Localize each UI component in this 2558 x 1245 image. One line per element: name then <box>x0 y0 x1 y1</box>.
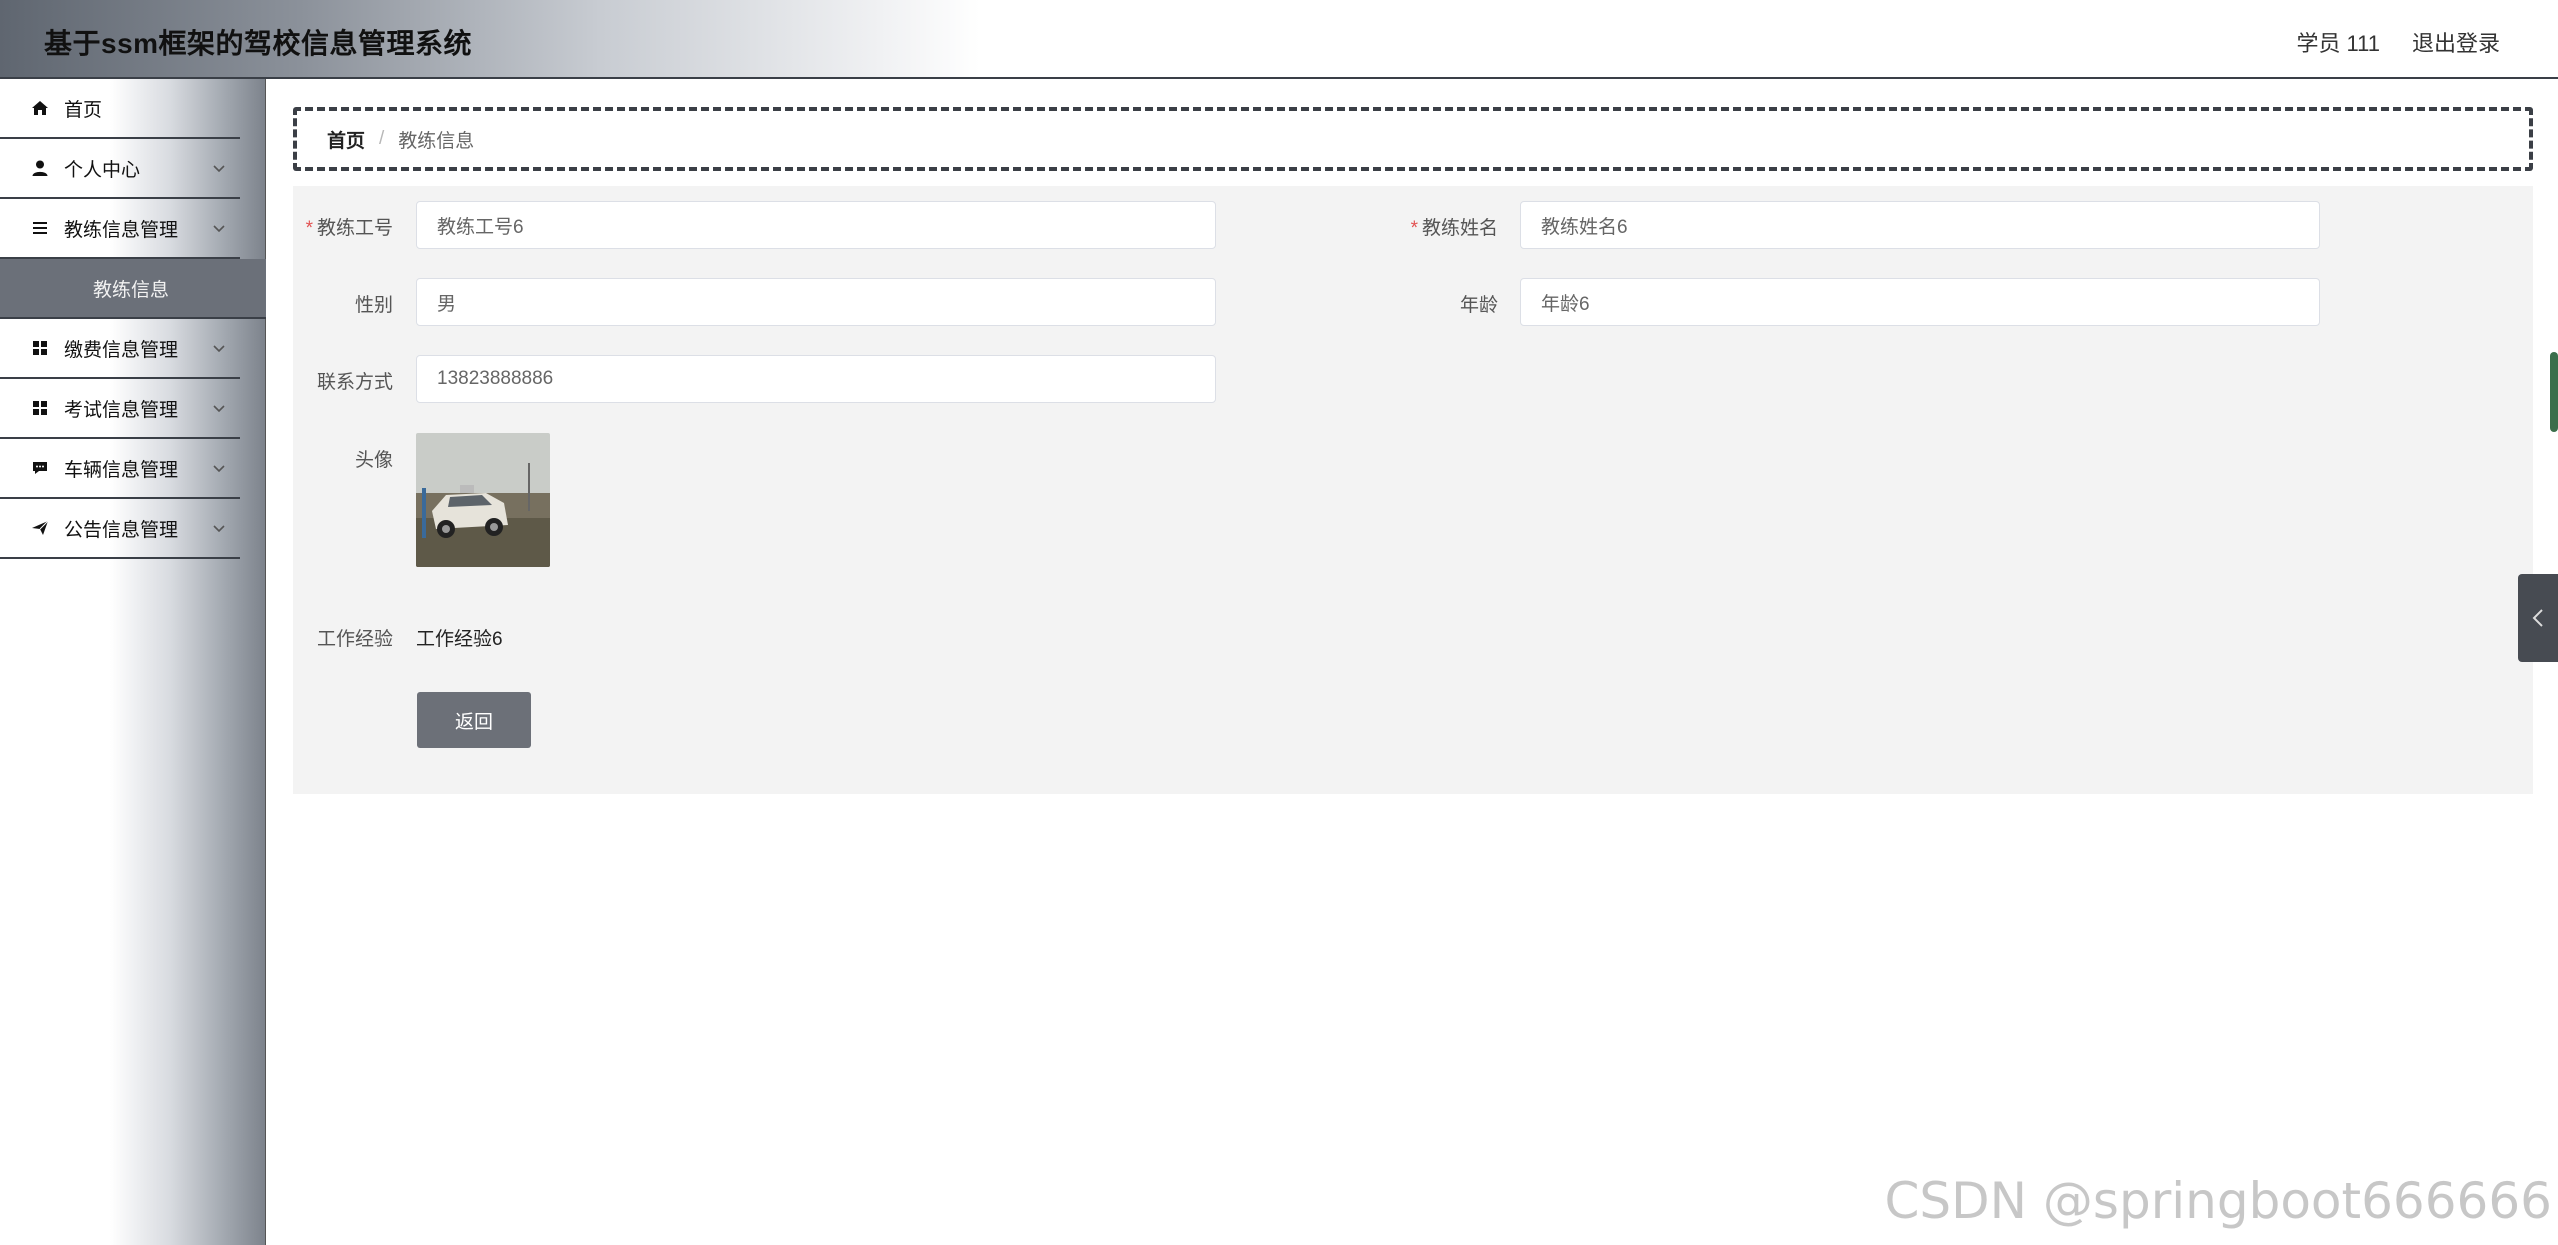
chevron-down-icon <box>213 405 225 413</box>
side-panel-toggle[interactable] <box>2518 574 2558 662</box>
car-photo <box>416 433 550 567</box>
sidebar-item-label: 缴费信息管理 <box>64 339 179 361</box>
avatar-image[interactable] <box>416 433 550 567</box>
sidebar-subitem-coach-info[interactable]: 教练信息 <box>0 259 266 319</box>
coach-no-label: * 教练工号 <box>305 218 393 239</box>
send-icon <box>30 518 50 538</box>
chevron-down-icon <box>213 345 225 353</box>
sidebar-item-label: 首页 <box>64 99 103 121</box>
coach-name-input[interactable]: 教练姓名6 <box>1520 201 2320 249</box>
top-header: 基于ssm框架的驾校信息管理系统 学员 111 退出登录 <box>0 0 2558 79</box>
gender-label: 性别 <box>354 295 393 316</box>
chevron-down-icon <box>213 465 225 473</box>
sidebar-item-vehicle-management[interactable]: 车辆信息管理 <box>0 439 240 499</box>
coach-detail-form: * 教练工号 教练工号6 * 教练姓名 教练姓名6 性别 男 年龄 年龄6 联系方式… <box>293 186 2533 794</box>
back-button[interactable]: 返回 <box>417 692 531 748</box>
sidebar-item-personal-center[interactable]: 个人中心 <box>0 139 240 199</box>
avatar-label: 头像 <box>354 450 393 471</box>
back-button-label: 返回 <box>454 711 493 733</box>
sidebar-item-label: 个人中心 <box>64 159 141 181</box>
list-icon <box>30 218 50 238</box>
contact-label: 联系方式 <box>316 372 393 393</box>
breadcrumb-separator: / <box>379 128 385 149</box>
breadcrumb-home[interactable]: 首页 <box>327 126 365 153</box>
chat-icon <box>30 458 50 478</box>
chevron-down-icon <box>213 525 225 533</box>
sidebar-item-label: 考试信息管理 <box>64 399 179 421</box>
sidebar-item-payment-management[interactable]: 缴费信息管理 <box>0 319 240 379</box>
chevron-down-icon <box>213 225 225 233</box>
coach-no-input[interactable]: 教练工号6 <box>416 201 1216 249</box>
chevron-left-icon <box>2532 609 2543 627</box>
sidebar-item-exam-management[interactable]: 考试信息管理 <box>0 379 240 439</box>
coach-name-label: * 教练姓名 <box>1410 218 1498 239</box>
contact-input[interactable]: 13823888886 <box>416 355 1216 403</box>
current-user: 学员 111 <box>2296 31 2380 56</box>
age-input[interactable]: 年龄6 <box>1520 278 2320 326</box>
watermark: CSDN @springboot666666 <box>1884 1172 2552 1230</box>
sidebar: 首页 个人中心 教练信息管理 教练信息 缴费信息管理 考试信息管理 车辆信息管理… <box>0 79 266 1245</box>
sidebar-item-notice-management[interactable]: 公告信息管理 <box>0 499 240 559</box>
sidebar-item-coach-management[interactable]: 教练信息管理 <box>0 199 240 259</box>
breadcrumb: 首页 / 教练信息 <box>293 107 2533 171</box>
app-title: 基于ssm框架的驾校信息管理系统 <box>44 28 473 59</box>
chevron-down-icon <box>213 165 225 173</box>
logout-link[interactable]: 退出登录 <box>2412 26 2500 58</box>
age-label: 年龄 <box>1459 295 1498 316</box>
page-scrollbar[interactable] <box>2550 352 2558 432</box>
breadcrumb-current: 教练信息 <box>398 130 475 152</box>
gender-input[interactable]: 男 <box>416 278 1216 326</box>
grid-icon <box>30 338 50 358</box>
sidebar-item-home[interactable]: 首页 <box>0 79 240 139</box>
user-icon <box>30 158 50 178</box>
experience-label: 工作经验 <box>316 629 393 650</box>
sidebar-item-label: 公告信息管理 <box>64 519 179 541</box>
sidebar-item-label: 教练信息管理 <box>64 219 179 241</box>
home-icon <box>30 98 50 118</box>
sidebar-item-label: 车辆信息管理 <box>64 459 179 481</box>
grid-icon <box>30 398 50 418</box>
experience-value: 工作经验6 <box>416 629 503 650</box>
